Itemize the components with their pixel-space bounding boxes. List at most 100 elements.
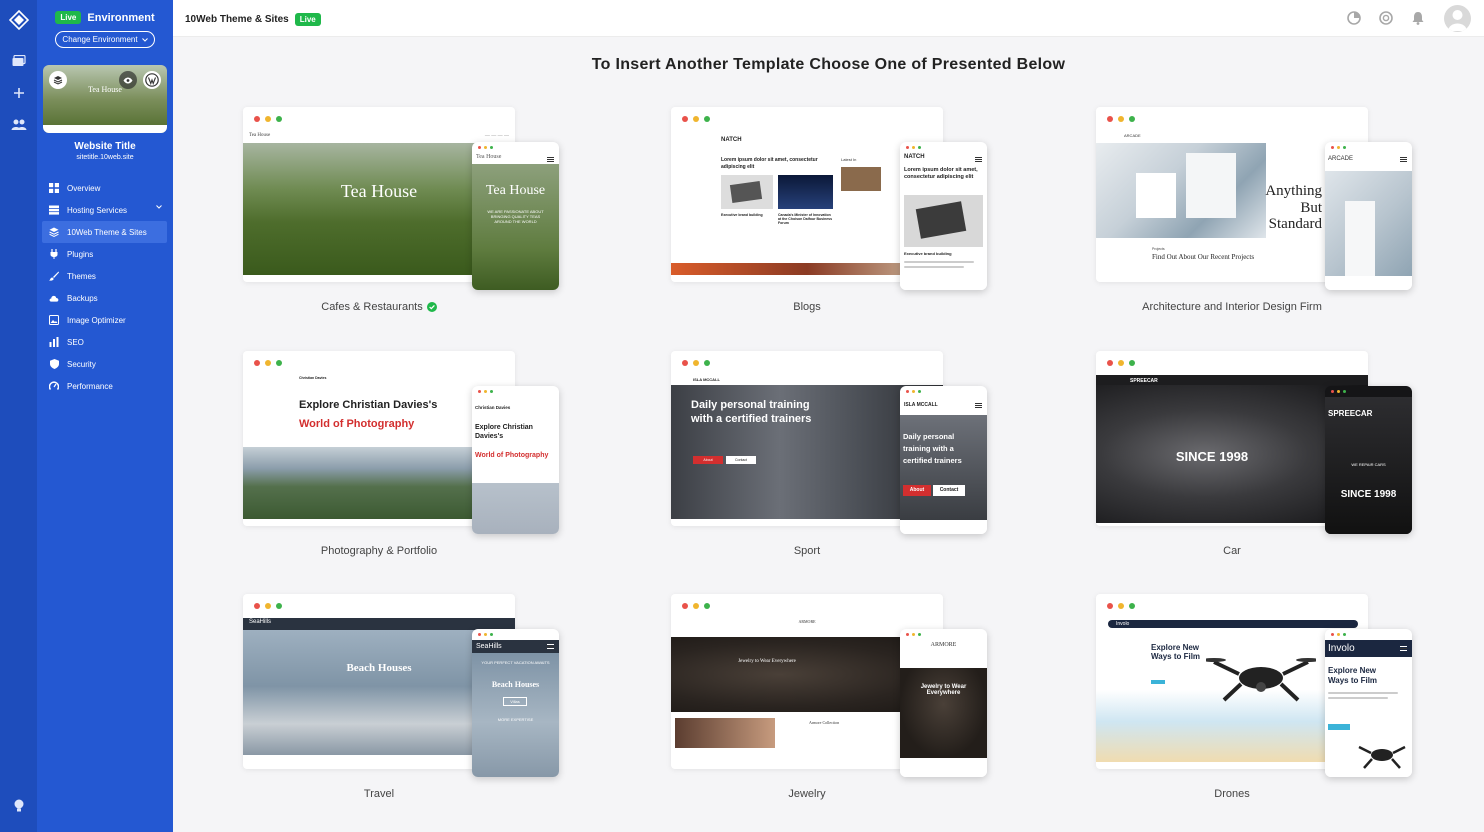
sidebar-item-overview[interactable]: Overview: [42, 177, 167, 199]
add-icon[interactable]: [8, 82, 29, 103]
section-label: Projects: [1152, 247, 1165, 251]
template-card-cafes-restaurants[interactable]: Tea House — — — — Tea House Tea House Tea…: [243, 107, 559, 347]
post-caption: Executive brand building: [721, 213, 763, 217]
hero-title-line1: Explore Christian Davies's: [299, 399, 438, 411]
mobile-preview: ISLA MCCALL Daily personal training with…: [900, 386, 987, 534]
hero-image: [1096, 143, 1266, 238]
template-label: Photography & Portfolio: [243, 545, 515, 557]
template-card-jewelry[interactable]: ARMORE Jewelry to Wear Everywhere Armore…: [671, 594, 987, 832]
top-bar: 10Web Theme & Sites Live: [173, 0, 1484, 37]
plug-icon: [49, 249, 59, 259]
image-icon: [49, 315, 59, 325]
settings-gauge-icon[interactable]: [1378, 10, 1394, 26]
site-url[interactable]: sitetitle.10web.site: [37, 154, 173, 161]
hero-title: Tea House: [485, 183, 546, 198]
hero-title-line2: World of Photography: [299, 418, 415, 430]
page-title: 10Web Theme & Sites Live: [185, 13, 321, 26]
template-label-text: Blogs: [793, 301, 821, 313]
sidebar-item-performance[interactable]: Performance: [42, 375, 167, 397]
blog-headline: Lorem ipsum dolor sit amet, consectetur …: [904, 167, 978, 180]
template-label: Sport: [671, 545, 943, 557]
site-thumbnail[interactable]: Tea House: [43, 65, 167, 133]
collection-label: Armore Collection: [809, 720, 840, 725]
hero-subtitle: YOUR PERFECT VACATION AWAITS: [481, 660, 550, 665]
sidebar-item-label: Themes: [67, 271, 96, 281]
mobile-preview: Tea House Tea House WE ARE PASSIONATE AB…: [472, 142, 559, 290]
sidebar-item-hosting-services[interactable]: Hosting Services: [42, 199, 167, 221]
collection-image: [675, 718, 775, 748]
brush-icon: [49, 271, 59, 281]
window-dots: [254, 116, 282, 122]
site-brand: SeaHills: [249, 619, 272, 625]
site-brand: ISLA MCCALL: [904, 402, 938, 408]
site-brand: Christian Davies: [475, 405, 511, 410]
sidebar-item-backups[interactable]: Backups: [42, 287, 167, 309]
main-content: To Insert Another Template Choose One of…: [173, 37, 1484, 832]
template-label-text: Cafes & Restaurants: [321, 301, 423, 313]
mobile-preview: Involo Explore New Ways to Film: [1325, 629, 1412, 777]
change-environment-button[interactable]: Change Environment: [55, 31, 155, 48]
sidebar-item-label: Plugins: [67, 249, 94, 259]
template-card-car[interactable]: SPREECAR SINCE 1998 SPREECAR WE REPAIR C…: [1096, 351, 1412, 591]
template-card-architecture[interactable]: ARCADE Anything But Standard Projects Fi…: [1096, 107, 1412, 347]
villas-button: Villas: [503, 697, 527, 706]
hamburger-icon: [975, 403, 982, 408]
sidebar-item-image-optimizer[interactable]: Image Optimizer: [42, 309, 167, 331]
bar-chart-icon: [49, 337, 59, 347]
template-card-blogs[interactable]: NATCH Lorem ipsum dolor sit amet, consec…: [671, 107, 987, 347]
hero-title: Jewelry to Wear Everywhere: [920, 684, 967, 696]
template-label: Architecture and Interior Design Firm: [1096, 301, 1368, 313]
sidebar-item-seo[interactable]: SEO: [42, 331, 167, 353]
template-card-sport[interactable]: ISLA MCCALL Daily personal training with…: [671, 351, 987, 591]
hero-title: Beach Houses: [491, 680, 540, 689]
post-image: [778, 175, 833, 209]
shield-icon: [49, 359, 59, 369]
hero-title: Explore New Ways to Film: [1328, 666, 1378, 685]
environment-label: Environment: [87, 11, 155, 24]
template-label-text: Photography & Portfolio: [320, 545, 438, 557]
mobile-preview: ARMORE Jewelry to Wear Everywhere: [900, 629, 987, 777]
template-card-photography[interactable]: Christian Davies Explore Christian Davie…: [243, 351, 559, 591]
site-brand: ARMORE: [798, 619, 816, 624]
chevron-down-icon: [141, 37, 148, 42]
hamburger-icon: [547, 644, 554, 649]
template-card-travel[interactable]: SeaHills Beach Houses SeaHills YOUR PERF…: [243, 594, 559, 832]
team-icon[interactable]: [8, 114, 29, 135]
about-button: About: [903, 485, 931, 496]
template-label-text: Travel: [363, 788, 395, 800]
icon-rail: [0, 0, 37, 832]
logo-icon[interactable]: [8, 9, 29, 30]
template-label-text: Sport: [793, 545, 821, 557]
sidebar-item-label: Image Optimizer: [67, 315, 126, 325]
sidebar-item-security[interactable]: Security: [42, 353, 167, 375]
template-label: Car: [1096, 545, 1368, 557]
hero-image: [1325, 171, 1412, 276]
sidebar-item-label: Hosting Services: [67, 205, 128, 215]
preview-eye-icon[interactable]: [119, 71, 137, 89]
websites-icon[interactable]: [8, 50, 29, 71]
drone-image: [1358, 745, 1406, 769]
page-title-text: 10Web Theme & Sites: [185, 14, 289, 25]
sidebar-item-plugins[interactable]: Plugins: [42, 243, 167, 265]
template-label-text: Drones: [1214, 788, 1250, 800]
thumbnail-bottom-bar: [43, 125, 167, 133]
pie-chart-icon[interactable]: [1346, 10, 1362, 26]
template-card-drones[interactable]: Involo Explore New Ways to Film Involo E…: [1096, 594, 1412, 832]
site-brand: Tea House: [249, 133, 271, 138]
sidebar-item-10web-theme-sites[interactable]: 10Web Theme & Sites: [42, 221, 167, 243]
hero-title: Explore New Ways to Film: [1151, 643, 1201, 661]
user-avatar[interactable]: [1444, 5, 1471, 32]
site-title: Website Title: [74, 141, 136, 152]
mobile-preview: ARCADE: [1325, 142, 1412, 290]
grid-icon: [49, 183, 59, 193]
hero-subtitle: WE REPAIR CARS: [1351, 462, 1386, 467]
bell-icon[interactable]: [1410, 10, 1426, 26]
sidebar-item-label: Backups: [67, 293, 98, 303]
sidebar-item-label: Performance: [67, 381, 113, 391]
lightbulb-icon[interactable]: [8, 795, 29, 816]
sidebar-item-themes[interactable]: Themes: [42, 265, 167, 287]
wordpress-icon[interactable]: [143, 71, 161, 89]
post-image: [841, 167, 881, 191]
post-image: [904, 195, 983, 247]
templates-heading: To Insert Another Template Choose One of…: [591, 56, 1066, 73]
